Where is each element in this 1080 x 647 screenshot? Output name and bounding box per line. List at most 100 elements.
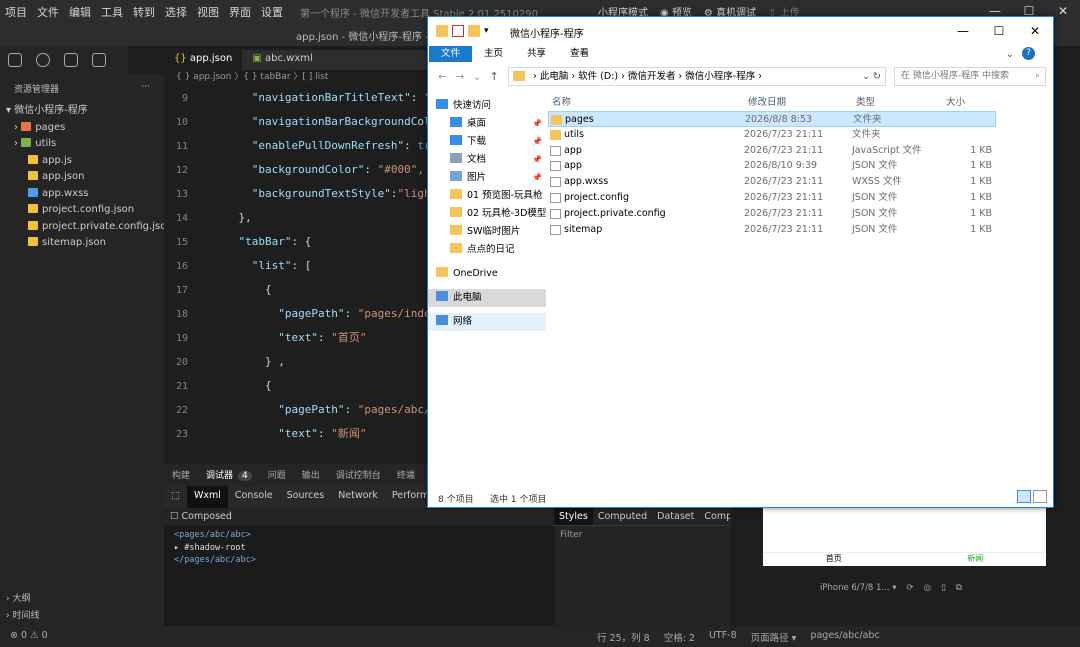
nav-item[interactable]: 点点的日记: [428, 241, 546, 259]
tree-item[interactable]: sitemap.json: [0, 235, 164, 252]
nav-item[interactable]: 图片 📌: [428, 169, 546, 187]
copy-icon[interactable]: ⧉: [956, 583, 962, 593]
extensions-icon[interactable]: [92, 53, 106, 67]
pin-icon[interactable]: 📌: [532, 115, 542, 133]
dom-node-close[interactable]: </pages/abc/abc>: [174, 554, 544, 567]
tree-item[interactable]: app.json: [0, 169, 164, 186]
search-icon[interactable]: [36, 53, 50, 67]
nav-item[interactable]: OneDrive: [428, 265, 546, 283]
dom-node-open[interactable]: <pages/abc/abc>: [174, 529, 544, 542]
menu-item[interactable]: 设置: [256, 4, 288, 20]
filter-input[interactable]: Filter: [554, 525, 730, 544]
file-row[interactable]: project.config 2026/7/23 21:11 JSON 文件 1 KB: [548, 190, 996, 206]
debug-tab[interactable]: 输出: [294, 464, 328, 486]
menu-item[interactable]: 界面: [224, 4, 256, 20]
timeline-section[interactable]: › 时间线: [0, 606, 164, 623]
ribbon-tab[interactable]: 共享: [515, 46, 558, 62]
minimize-icon[interactable]: —: [945, 17, 981, 45]
menu-item[interactable]: 编辑: [64, 4, 96, 20]
tab-abc-wxml[interactable]: ▣ abc.wxml: [242, 50, 322, 70]
menu-item[interactable]: 文件: [32, 4, 64, 20]
menu-item[interactable]: 项目: [0, 4, 32, 20]
ribbon-tab[interactable]: 查看: [558, 46, 601, 62]
refresh-icon[interactable]: ⌄ ↻: [862, 68, 881, 85]
dom-node-shadow[interactable]: ▸ #shadow-root: [174, 542, 544, 555]
devtools-tab[interactable]: Console: [228, 486, 280, 508]
nav-item[interactable]: 02 玩具枪-3D模型: [428, 205, 546, 223]
close-icon[interactable]: ✕: [1017, 17, 1053, 45]
column-header[interactable]: 类型: [856, 94, 875, 108]
sim-tab-news[interactable]: 新闻: [967, 553, 983, 566]
tree-item[interactable]: project.config.json: [0, 202, 164, 219]
nav-item[interactable]: 网络: [428, 313, 546, 331]
rotate-icon[interactable]: ⟳: [907, 583, 914, 593]
composed-toggle[interactable]: ☐ Composed: [164, 508, 554, 526]
column-header[interactable]: 修改日期: [748, 94, 786, 108]
new-folder-icon[interactable]: [468, 25, 480, 37]
pin-icon[interactable]: 📌: [532, 169, 542, 187]
breadcrumb[interactable]: { } app.json 〉{ } tabBar 〉[ ] list: [164, 70, 434, 86]
styles-tab[interactable]: Styles: [554, 508, 593, 525]
files-icon[interactable]: [8, 53, 22, 67]
expand-ribbon-icon[interactable]: ⌄: [1006, 47, 1014, 63]
file-row[interactable]: app 2026/7/23 21:11 JavaScript 文件 1 KB: [548, 143, 996, 159]
pin-icon[interactable]: 📌: [532, 151, 542, 169]
maximize-icon[interactable]: ☐: [981, 17, 1017, 45]
debug-tab[interactable]: 终端: [389, 464, 423, 486]
file-row[interactable]: app.wxss 2026/7/23 21:11 WXSS 文件 1 KB: [548, 174, 996, 190]
nav-item[interactable]: 文档 📌: [428, 151, 546, 169]
indent-setting[interactable]: 空格: 2: [664, 630, 695, 644]
column-header[interactable]: 名称: [552, 94, 571, 108]
tree-root[interactable]: ▾ 微信小程序-程序: [0, 103, 164, 120]
file-row[interactable]: pages 2026/8/8 8:53 文件夹: [548, 111, 996, 127]
properties-icon[interactable]: [452, 25, 464, 37]
menu-item[interactable]: 工具: [96, 4, 128, 20]
device-selector[interactable]: iPhone 6/7/8 1... ▾: [820, 583, 897, 593]
file-row[interactable]: utils 2026/7/23 21:11 文件夹: [548, 127, 996, 143]
inspect-icon[interactable]: ⬚: [164, 486, 187, 508]
menu-item[interactable]: 转到: [128, 4, 160, 20]
tab-app-json[interactable]: {} app.json: [164, 50, 243, 70]
tree-item[interactable]: app.js: [0, 153, 164, 170]
nav-item[interactable]: 快速访问: [428, 97, 546, 115]
tree-item[interactable]: › utils: [0, 136, 164, 153]
help-icon[interactable]: ?: [1022, 47, 1035, 60]
ribbon-tab[interactable]: 文件: [429, 46, 473, 62]
pin-icon[interactable]: 📌: [532, 133, 542, 151]
page-path-dropdown[interactable]: 页面路径 ▾: [751, 630, 797, 644]
tree-item[interactable]: › pages: [0, 120, 164, 137]
code-editor[interactable]: 9 "navigationBarTitleText": "点点10 "navig…: [164, 86, 434, 460]
devtools-tab[interactable]: Network: [331, 486, 385, 508]
large-icons-view-icon[interactable]: [1033, 490, 1047, 503]
customize-icon[interactable]: ▾: [484, 25, 496, 37]
menu-item[interactable]: 选择: [160, 4, 192, 20]
nav-item[interactable]: 桌面 📌: [428, 115, 546, 133]
ribbon-tab[interactable]: 主页: [472, 46, 515, 62]
details-view-icon[interactable]: [1017, 490, 1031, 503]
more-icon[interactable]: ···: [141, 82, 150, 95]
file-row[interactable]: app 2026/8/10 9:39 JSON 文件 1 KB: [548, 158, 996, 174]
debug-tab[interactable]: 调试器 4: [198, 464, 260, 486]
recent-icon[interactable]: ⌄: [472, 70, 481, 83]
styles-tab[interactable]: Computed: [593, 508, 652, 525]
up-icon[interactable]: ↑: [490, 70, 499, 83]
column-header[interactable]: 大小: [946, 94, 965, 108]
debug-tab[interactable]: 调试控制台: [328, 464, 389, 486]
source-control-icon[interactable]: [64, 53, 78, 67]
outline-section[interactable]: › 大纲: [0, 589, 164, 606]
nav-item[interactable]: 此电脑: [428, 289, 546, 307]
tree-item[interactable]: project.private.config.json: [0, 219, 173, 236]
search-input[interactable]: 在 微信小程序-程序 中搜索 ⌕: [894, 67, 1046, 86]
devtools-tab[interactable]: Wxml: [186, 486, 228, 508]
debug-tab[interactable]: 问题: [260, 464, 294, 486]
file-row[interactable]: sitemap 2026/7/23 21:11 JSON 文件 1 KB: [548, 222, 996, 238]
nav-item[interactable]: 下载 📌: [428, 133, 546, 151]
problems-count[interactable]: ⊗ 0 ⚠ 0: [10, 630, 48, 641]
cursor-position[interactable]: 行 25，列 8: [597, 630, 650, 644]
debug-tab[interactable]: 构建: [164, 464, 198, 486]
record-icon[interactable]: ◎: [924, 583, 931, 593]
file-row[interactable]: project.private.config 2026/7/23 21:11 JSO…: [548, 206, 996, 222]
styles-tab[interactable]: Dataset: [652, 508, 699, 525]
sim-tab-home[interactable]: 首页: [826, 553, 842, 566]
menu-item[interactable]: 视图: [192, 4, 224, 20]
